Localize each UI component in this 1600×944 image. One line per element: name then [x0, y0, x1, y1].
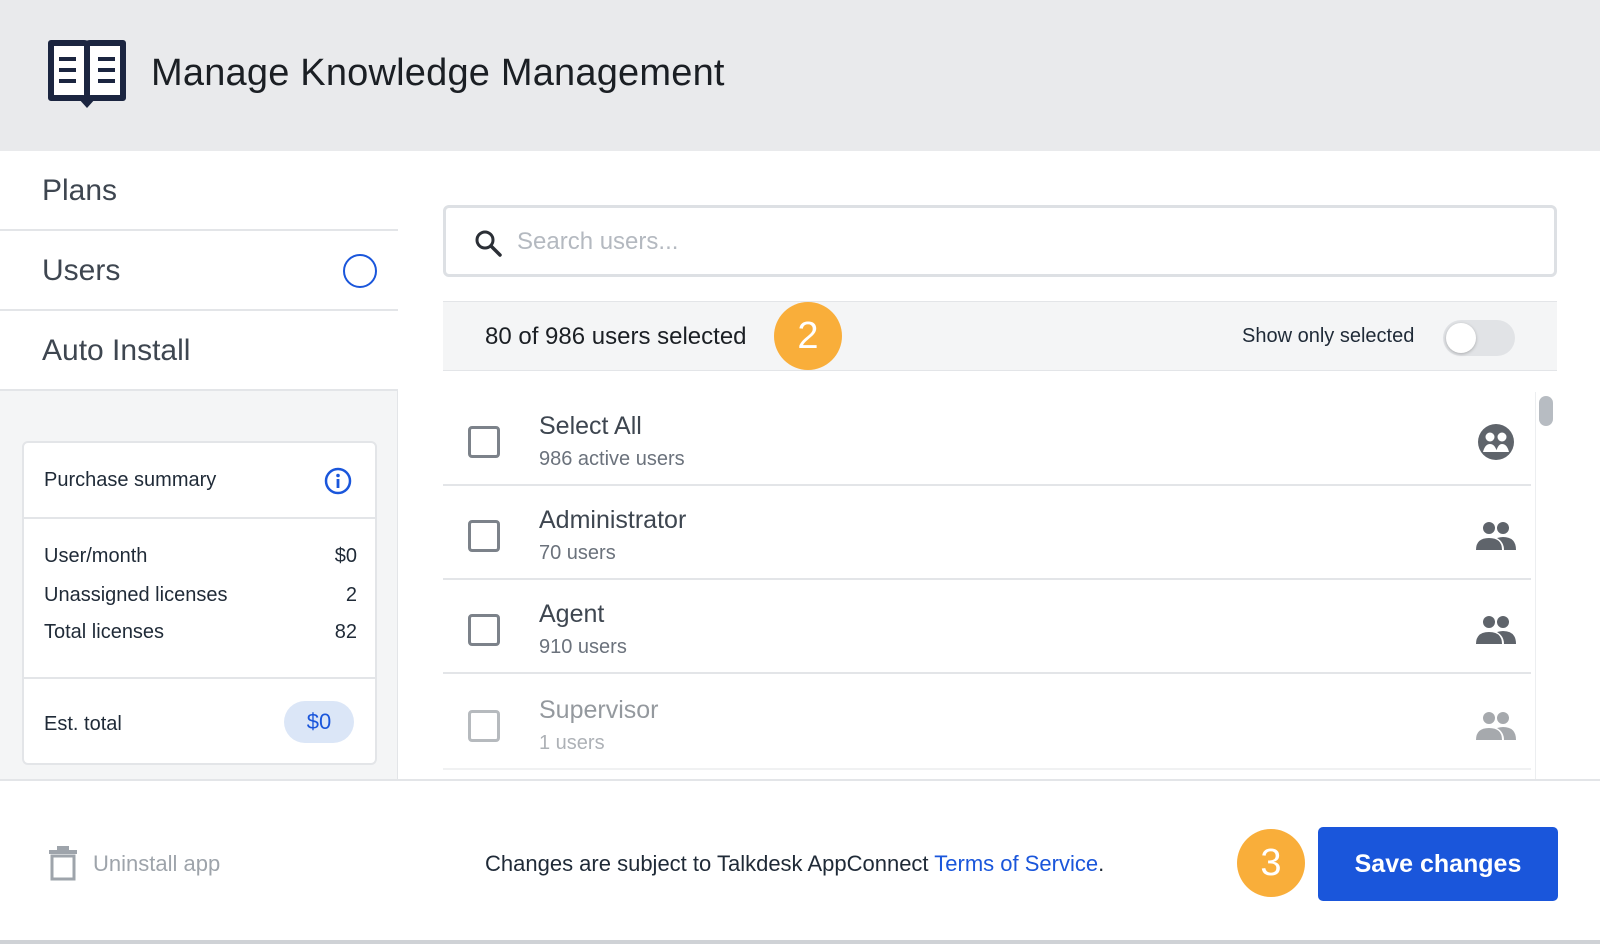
sidebar-item-users[interactable]: Users: [0, 231, 398, 311]
list-item-name: Supervisor: [539, 696, 659, 724]
summary-row-total-licenses: Total licenses 82: [44, 621, 357, 647]
list-item-name: Select All: [539, 412, 642, 440]
sidebar-item-label: Users: [42, 254, 121, 287]
summary-divider: [24, 677, 375, 679]
terms-prefix: Changes are subject to Talkdesk AppConne…: [485, 851, 935, 876]
summary-label: User/month: [44, 545, 148, 567]
selected-count-text: of 986 users selected: [511, 323, 747, 350]
save-changes-button[interactable]: Save changes: [1318, 827, 1558, 901]
terms-notice: Changes are subject to Talkdesk AppConne…: [485, 851, 1104, 877]
list-item-name: Agent: [539, 600, 605, 628]
sidebar-item-label: Plans: [42, 174, 118, 207]
list-item-agent[interactable]: Agent 910 users: [443, 580, 1531, 674]
terms-suffix: .: [1098, 851, 1105, 876]
administrator-checkbox[interactable]: [468, 520, 500, 552]
agent-checkbox[interactable]: [468, 614, 500, 646]
list-item-count: 910 users: [539, 636, 627, 658]
sidebar-item-label: Auto Install: [42, 334, 191, 367]
list-item-count: 70 users: [539, 542, 616, 564]
group-circle-icon: [1478, 424, 1514, 460]
info-icon[interactable]: [324, 467, 352, 495]
list-item-administrator[interactable]: Administrator 70 users: [443, 486, 1531, 580]
toggle-knob: [1446, 323, 1476, 353]
user-group-list: Select All 986 active users Administrato…: [443, 392, 1531, 779]
search-box: [443, 205, 1557, 277]
list-item-select-all[interactable]: Select All 986 active users: [443, 392, 1531, 486]
purchase-summary-card: Purchase summary User/month $0 Unassigne…: [22, 441, 377, 765]
sidebar: Plans Users Auto Install Purchase summar…: [0, 151, 398, 779]
purchase-summary-title: Purchase summary: [44, 469, 217, 491]
search-icon: [475, 230, 502, 257]
sidebar-item-auto-install[interactable]: Auto Install: [0, 311, 398, 391]
summary-value: 2: [345, 584, 357, 606]
summary-value: 82: [334, 621, 357, 643]
list-item-count: 986 active users: [539, 448, 685, 470]
circle-icon: [343, 254, 377, 288]
sidebar-item-plans[interactable]: Plans: [0, 151, 398, 231]
selection-bar: 80 of 986 users selected Show only selec…: [443, 301, 1557, 371]
uninstall-app-button[interactable]: Uninstall app: [48, 845, 238, 883]
supervisor-checkbox[interactable]: [468, 710, 500, 742]
summary-label: Total licenses: [44, 621, 165, 643]
search-input[interactable]: [517, 222, 1517, 262]
footer: Uninstall app Changes are subject to Tal…: [0, 779, 1600, 944]
selected-number: 80: [485, 323, 512, 350]
terms-of-service-link[interactable]: Terms of Service: [934, 851, 1098, 876]
list-item-supervisor[interactable]: Supervisor 1 users: [443, 676, 1531, 770]
step-badge-3: 3: [1237, 829, 1305, 897]
people-icon: [1476, 712, 1516, 740]
est-total-label: Est. total: [44, 713, 122, 735]
page-title: Manage Knowledge Management: [151, 52, 725, 94]
people-icon: [1476, 616, 1516, 644]
list-scrollbar-thumb[interactable]: [1539, 396, 1553, 426]
show-only-selected-label: Show only selected: [1242, 325, 1415, 347]
est-total-badge: $0: [284, 701, 354, 743]
summary-value: $0: [334, 545, 357, 567]
book-icon: [48, 40, 126, 108]
trash-icon: [49, 846, 77, 881]
summary-row-unassigned-licenses: Unassigned licenses 2: [44, 584, 357, 610]
summary-row-user-month: User/month $0: [44, 545, 357, 571]
summary-label: Unassigned licenses: [44, 584, 228, 606]
app-header: Manage Knowledge Management: [0, 0, 1600, 151]
step-badge-2: 2: [774, 302, 842, 370]
show-only-selected-toggle[interactable]: [1443, 320, 1515, 356]
window-bottom-edge: [0, 940, 1600, 944]
people-icon: [1476, 522, 1516, 550]
list-item-name: Administrator: [539, 506, 687, 534]
select-all-checkbox[interactable]: [468, 426, 500, 458]
purchase-summary-header: Purchase summary: [24, 443, 375, 519]
list-item-count: 1 users: [539, 732, 605, 754]
selection-count: 80 of 986 users selected: [485, 323, 747, 351]
uninstall-label: Uninstall app: [93, 851, 221, 876]
list-scrollbar[interactable]: [1535, 392, 1557, 779]
